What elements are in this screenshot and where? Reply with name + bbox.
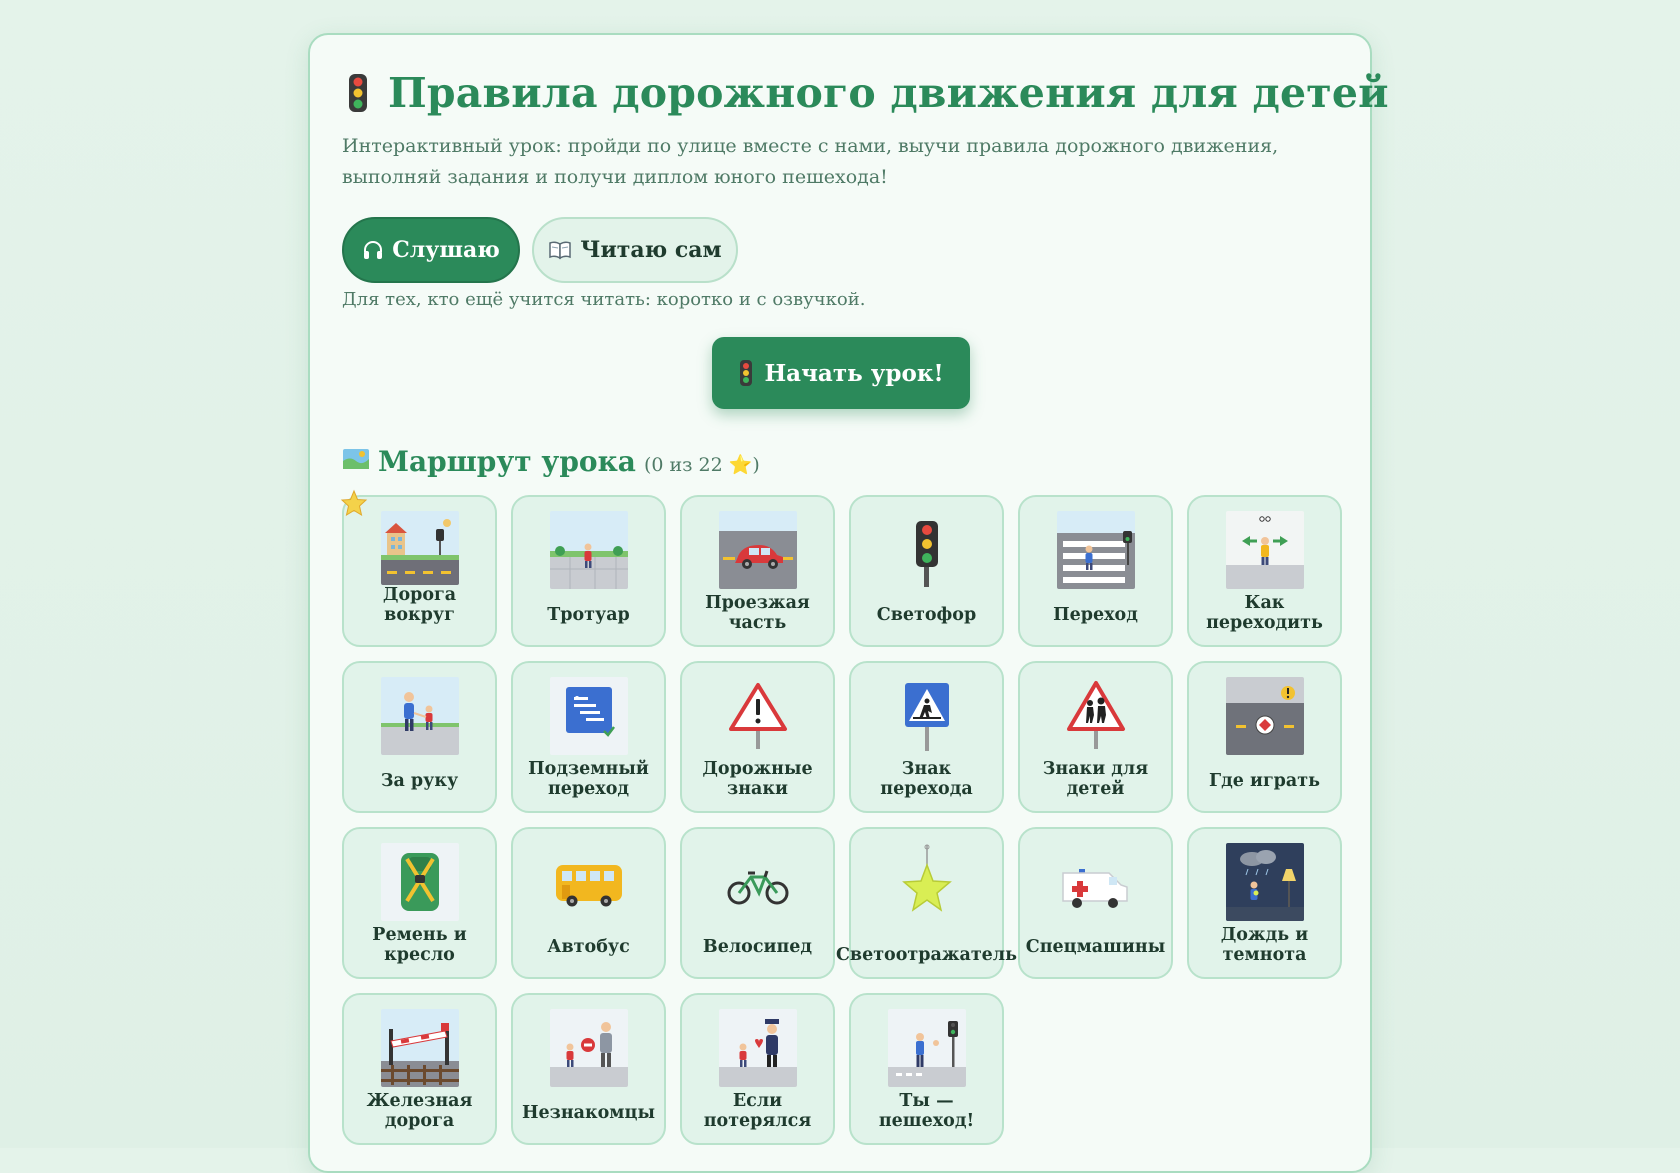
traffic-light-icon xyxy=(888,511,966,589)
ambulance-icon xyxy=(1057,843,1135,921)
route-tile-label: Ты — пешеход! xyxy=(878,1091,975,1131)
pedestrian-final-icon xyxy=(887,1009,966,1087)
route-tile-label: Если потерялся xyxy=(703,1091,812,1131)
route-title: Маршрут урока xyxy=(378,445,636,478)
route-grid: Дорога вокруг Тротуар Проезжая часть Све… xyxy=(340,489,1342,1145)
hold-hands-icon xyxy=(380,677,459,755)
route-tile[interactable]: Где играть xyxy=(1187,661,1342,813)
reflector-icon xyxy=(888,843,966,921)
route-tile[interactable]: Проезжая часть xyxy=(680,495,835,647)
headphones-icon xyxy=(362,239,384,261)
map-icon xyxy=(342,447,370,471)
star-badge-icon xyxy=(340,489,368,517)
listen-mode-button[interactable]: Слушаю xyxy=(342,217,520,283)
route-tile[interactable]: Если потерялся xyxy=(680,993,835,1145)
rain-night-icon xyxy=(1225,843,1304,921)
route-tile-label: Велосипед xyxy=(702,937,813,957)
route-tile-label: Переход xyxy=(1053,605,1138,625)
route-tile-label: За руку xyxy=(380,771,459,791)
route-tile[interactable]: Как переходить xyxy=(1187,495,1342,647)
page-subtitle: Интерактивный урок: пройди по улице вмес… xyxy=(342,135,1279,188)
route-tile-label: Дорога вокруг xyxy=(382,585,457,625)
bus-icon xyxy=(550,843,628,921)
route-tile[interactable]: Дорога вокруг xyxy=(340,489,497,647)
read-mode-button[interactable]: Читаю сам xyxy=(532,217,738,283)
route-tile-label: Знак перехода xyxy=(880,759,973,799)
seat-belt-icon xyxy=(380,843,459,921)
route-tile[interactable]: Спецмашины xyxy=(1018,827,1173,979)
start-lesson-button[interactable]: Начать урок! xyxy=(712,337,970,409)
sidewalk-icon xyxy=(549,511,628,589)
route-tile-label: Тротуар xyxy=(547,605,630,625)
route-tile[interactable]: Дождь и темнота xyxy=(1187,827,1342,979)
route-tile-label: Незнакомцы xyxy=(522,1103,655,1123)
crosswalk-icon xyxy=(1056,511,1135,589)
play-place-icon xyxy=(1225,677,1304,755)
warning-sign-icon xyxy=(719,677,797,755)
route-tile-label: Подземный переход xyxy=(528,759,649,799)
route-tile[interactable]: Тротуар xyxy=(511,495,666,647)
route-tile[interactable]: Подземный переход xyxy=(511,661,666,813)
car-road-icon xyxy=(718,511,797,589)
route-tile-label: Железная дорога xyxy=(366,1091,473,1131)
route-tile-label: Автобус xyxy=(547,937,630,957)
route-tile-label: Знаки для детей xyxy=(1042,759,1149,799)
route-tile-label: Спецмашины xyxy=(1025,937,1166,957)
railway-icon xyxy=(380,1009,459,1087)
route-tile-label: Проезжая часть xyxy=(705,593,810,633)
traffic-light-icon xyxy=(738,360,754,386)
stranger-icon xyxy=(549,1009,628,1087)
route-tile[interactable]: Незнакомцы xyxy=(511,993,666,1145)
lost-child-icon xyxy=(718,1009,797,1087)
lesson-card: Правила дорожного движения для детей Инт… xyxy=(308,33,1389,1173)
route-progress: (0 из 22 ⭐) xyxy=(643,454,760,476)
route-tile[interactable]: Переход xyxy=(1018,495,1173,647)
street-scene-icon xyxy=(380,511,459,585)
route-tile[interactable]: Дорожные знаки xyxy=(680,661,835,813)
route-tile[interactable]: Светофор xyxy=(849,495,1004,647)
mode-hint: Для тех, кто ещё учится читать: коротко … xyxy=(342,289,866,310)
route-tile-label: Дорожные знаки xyxy=(702,759,813,799)
page-header: Правила дорожного движения для детей xyxy=(342,69,1389,117)
route-tile[interactable]: Ты — пешеход! xyxy=(849,993,1004,1145)
pedestrian-sign-icon xyxy=(888,677,966,755)
children-sign-icon xyxy=(1057,677,1135,755)
route-tile[interactable]: За руку xyxy=(342,661,497,813)
route-tile[interactable]: Знаки для детей xyxy=(1018,661,1173,813)
book-icon xyxy=(548,240,572,260)
route-tile[interactable]: Велосипед xyxy=(680,827,835,979)
route-tile-label: Как переходить xyxy=(1206,593,1323,633)
route-header: Маршрут урока (0 из 22 ⭐) xyxy=(342,445,760,478)
traffic-light-icon xyxy=(342,73,374,113)
look-both-ways-icon xyxy=(1225,511,1304,589)
route-tile[interactable]: Железная дорога xyxy=(342,993,497,1145)
bicycle-icon xyxy=(719,843,797,921)
read-mode-label: Читаю сам xyxy=(580,237,722,263)
page-title: Правила дорожного движения для детей xyxy=(388,69,1389,117)
route-tile-label: Дождь и темнота xyxy=(1220,925,1309,965)
route-tile[interactable]: Знак перехода xyxy=(849,661,1004,813)
route-tile[interactable]: Ремень и кресло xyxy=(342,827,497,979)
listen-mode-label: Слушаю xyxy=(392,237,500,263)
route-tile-label: Светоотражатель xyxy=(835,945,1018,965)
route-tile[interactable]: Светоотражатель xyxy=(836,827,1017,979)
start-lesson-label: Начать урок! xyxy=(764,359,944,387)
route-tile[interactable]: Автобус xyxy=(511,827,666,979)
underpass-sign-icon xyxy=(549,677,628,755)
route-tile-label: Ремень и кресло xyxy=(372,925,467,965)
route-tile-label: Где играть xyxy=(1209,771,1320,791)
route-tile-label: Светофор xyxy=(876,605,977,625)
